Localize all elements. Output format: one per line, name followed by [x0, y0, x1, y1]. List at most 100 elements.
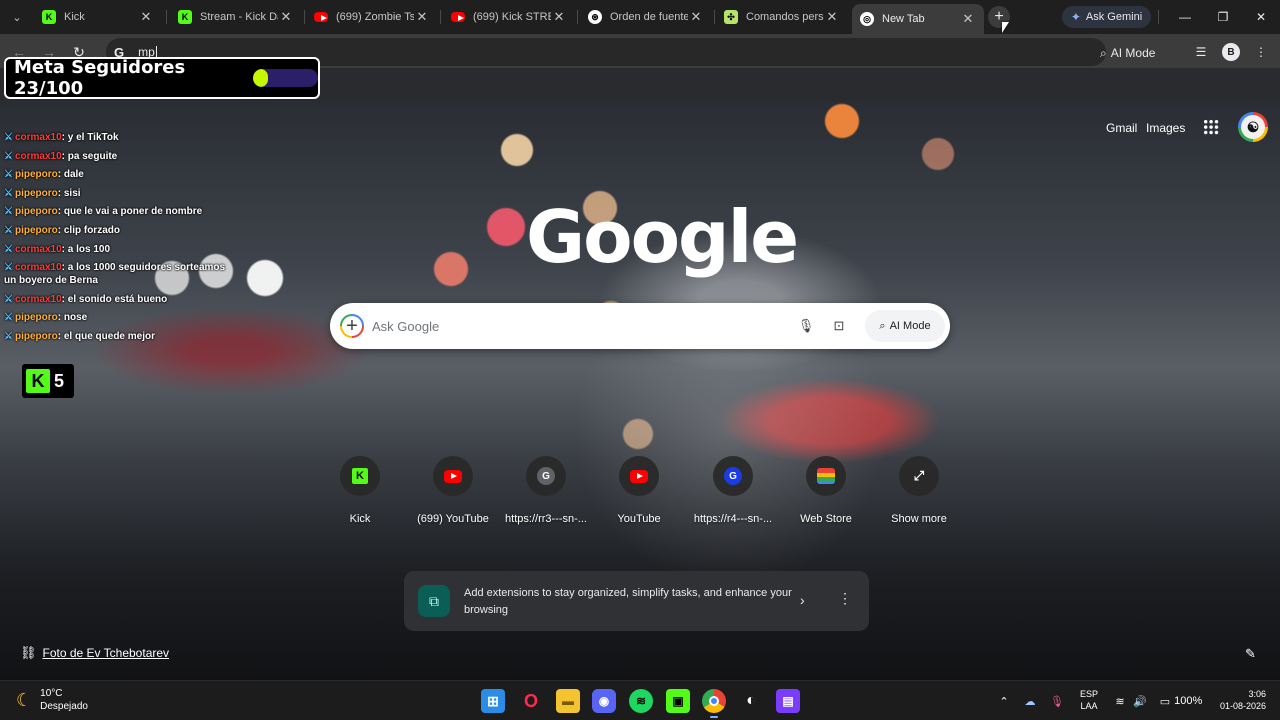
- shortcut-rr3[interactable]: G https://rr3---sn-...: [502, 456, 590, 525]
- windows-start-icon[interactable]: ⊞: [481, 689, 505, 713]
- kick-icon[interactable]: ▣: [666, 689, 690, 713]
- ai-mode-chip[interactable]: ⌕ AI Mode: [1100, 44, 1155, 62]
- search-box[interactable]: + 🎙 ⊡ ⌕ AI Mode: [330, 303, 950, 349]
- chat-username: pipeporo: [14, 206, 58, 218]
- mouse-pointer-icon: [1002, 22, 1009, 33]
- puzzle-icon: ⧉: [418, 585, 450, 617]
- onedrive-cloud-icon[interactable]: ☁: [1022, 689, 1038, 713]
- clock-date: 01-08-2026: [1219, 701, 1266, 711]
- add-plus-icon[interactable]: +: [340, 314, 364, 338]
- account-avatar[interactable]: ☯: [1238, 112, 1268, 142]
- video-editor-icon[interactable]: ▤: [776, 689, 800, 713]
- tab-title: Comandos personalizados: [746, 11, 824, 23]
- tab-youtube-zombie[interactable]: (699) Zombie Tsunami ✕: [306, 4, 438, 30]
- images-link[interactable]: Images: [1146, 121, 1185, 135]
- chat-text: y el TikTok: [67, 132, 119, 143]
- chrome-icon[interactable]: [702, 689, 726, 718]
- shortcut-youtube[interactable]: YouTube: [595, 456, 683, 525]
- system-clock[interactable]: 3:06 01-08-2026: [1212, 688, 1266, 712]
- profile-icon[interactable]: B: [1222, 43, 1240, 61]
- shortcut-tile: ⤢: [899, 456, 939, 496]
- close-tab-icon[interactable]: ✕: [688, 9, 704, 25]
- volume-icon[interactable]: 🔊: [1132, 689, 1148, 713]
- tab-kick[interactable]: K Kick ✕: [34, 4, 162, 30]
- chat-text: a los 100: [67, 243, 111, 255]
- ai-mode-button[interactable]: ⌕ AI Mode: [865, 310, 945, 342]
- chat-text: el sonido está bueno: [67, 293, 168, 305]
- gmail-link[interactable]: Gmail: [1106, 121, 1137, 135]
- weather-temp: 10°C: [40, 688, 63, 699]
- weather-widget[interactable]: ☾ 10°C Despejado: [16, 687, 88, 713]
- gemini-sparkle-icon: ✦: [1070, 10, 1081, 24]
- spotify-icon[interactable]: ≋: [629, 689, 653, 713]
- chat-username: cormax10: [14, 243, 62, 255]
- chat-message: ⚔ pipeporo: el que quede mejor: [4, 330, 234, 343]
- google-lens-icon[interactable]: ⊡: [830, 317, 848, 335]
- tab-comandos[interactable]: ✣ Comandos personalizados ✕: [716, 4, 848, 30]
- photo-credit[interactable]: ⛓ Foto de Ev Tchebotarev: [20, 645, 169, 661]
- customize-pencil-icon[interactable]: ✎: [1245, 646, 1256, 662]
- extensions-promo-card[interactable]: ⧉ Add extensions to stay organized, simp…: [404, 571, 869, 631]
- close-tab-icon[interactable]: ✕: [278, 9, 294, 25]
- avatar-icon: ☯: [1246, 118, 1260, 135]
- kick-icon: K: [26, 369, 50, 393]
- menu-dots-icon[interactable]: ⋮: [1252, 43, 1270, 61]
- more-options-icon[interactable]: ⋮: [838, 590, 852, 607]
- ask-gemini-button[interactable]: ✦ Ask Gemini: [1062, 6, 1151, 28]
- close-tab-icon[interactable]: ✕: [414, 9, 430, 25]
- tab-orden-fuentes[interactable]: ⊛ Orden de fuentes ✕: [580, 4, 712, 30]
- file-explorer-icon[interactable]: ▬: [556, 689, 580, 713]
- shortcut-youtube-699[interactable]: (699) YouTube: [409, 456, 497, 525]
- kick-icon: K: [42, 10, 56, 24]
- chat-text: pa seguite: [67, 150, 118, 162]
- chat-text: el que quede mejor: [63, 330, 155, 342]
- shortcut-r4[interactable]: G https://r4---sn-...: [689, 456, 777, 525]
- opera-icon[interactable]: O: [519, 689, 543, 713]
- tab-new-tab[interactable]: ◎ New Tab ✕: [852, 4, 984, 34]
- close-tab-icon[interactable]: ✕: [138, 9, 154, 25]
- tab-media-icon[interactable]: ☰: [1192, 43, 1210, 61]
- chat-message: ⚔ cormax10: a los 1000 seguidores sorteam…: [4, 261, 234, 287]
- shortcut-web-store[interactable]: Web Store: [782, 456, 870, 525]
- chevron-right-icon[interactable]: ›: [800, 592, 805, 608]
- language-indicator[interactable]: ESP LAA: [1080, 688, 1098, 712]
- shortcut-show-more[interactable]: ⤢ Show more: [875, 456, 963, 525]
- restore-button[interactable]: ❐: [1204, 4, 1242, 30]
- chevron-up-icon[interactable]: ⌃: [996, 689, 1012, 713]
- photo-credit-text: Foto de Ev Tchebotarev: [42, 646, 170, 660]
- youtube-icon: [444, 469, 462, 483]
- shortcut-kick[interactable]: K Kick: [316, 456, 404, 525]
- battery-percent: 100%: [1174, 695, 1203, 707]
- close-tab-icon[interactable]: ✕: [551, 9, 567, 25]
- battery-indicator[interactable]: ▭ 100%: [1153, 689, 1209, 713]
- kick-icon: K: [178, 10, 192, 24]
- chat-username: pipeporo: [14, 187, 58, 199]
- close-tab-icon[interactable]: ✕: [824, 9, 840, 25]
- sword-badge-icon: ⚔: [4, 224, 13, 236]
- shortcut-tile: [433, 456, 473, 496]
- minimize-button[interactable]: —: [1166, 4, 1204, 30]
- language-code: ESP: [1080, 689, 1099, 699]
- tab-youtube-stream[interactable]: (699) Kick STREAM ✕: [443, 4, 575, 30]
- sword-badge-icon: ⚔: [4, 312, 13, 324]
- chat-username: cormax10: [14, 293, 62, 305]
- tab-kick-dashboard[interactable]: K Stream - Kick Dashboard ✕: [170, 4, 302, 30]
- chat-message: ⚔ cormax10: a los 100: [4, 243, 234, 256]
- google-apps-icon[interactable]: [1203, 119, 1219, 135]
- tab-title: Orden de fuentes: [610, 11, 688, 23]
- obs-icon[interactable]: ◐: [739, 689, 763, 713]
- shortcut-tile: K: [340, 456, 380, 496]
- webstore-icon: [817, 468, 835, 484]
- microphone-icon[interactable]: 🎙: [1049, 689, 1065, 713]
- discord-icon[interactable]: ◉: [592, 689, 616, 713]
- g-letter-icon: G: [724, 467, 742, 485]
- close-tab-icon[interactable]: ✕: [960, 11, 976, 27]
- tab-title: Kick: [64, 11, 85, 23]
- ai-mode-button-label: AI Mode: [889, 320, 931, 332]
- wifi-icon[interactable]: ≋: [1112, 689, 1128, 713]
- search-input[interactable]: [372, 315, 792, 337]
- extensions-promo-text: Add extensions to stay organized, simpli…: [464, 587, 792, 616]
- close-window-button[interactable]: ✕: [1242, 4, 1280, 30]
- tab-search-chevron-icon[interactable]: ⌄: [6, 6, 28, 28]
- microphone-icon[interactable]: 🎙: [797, 317, 815, 335]
